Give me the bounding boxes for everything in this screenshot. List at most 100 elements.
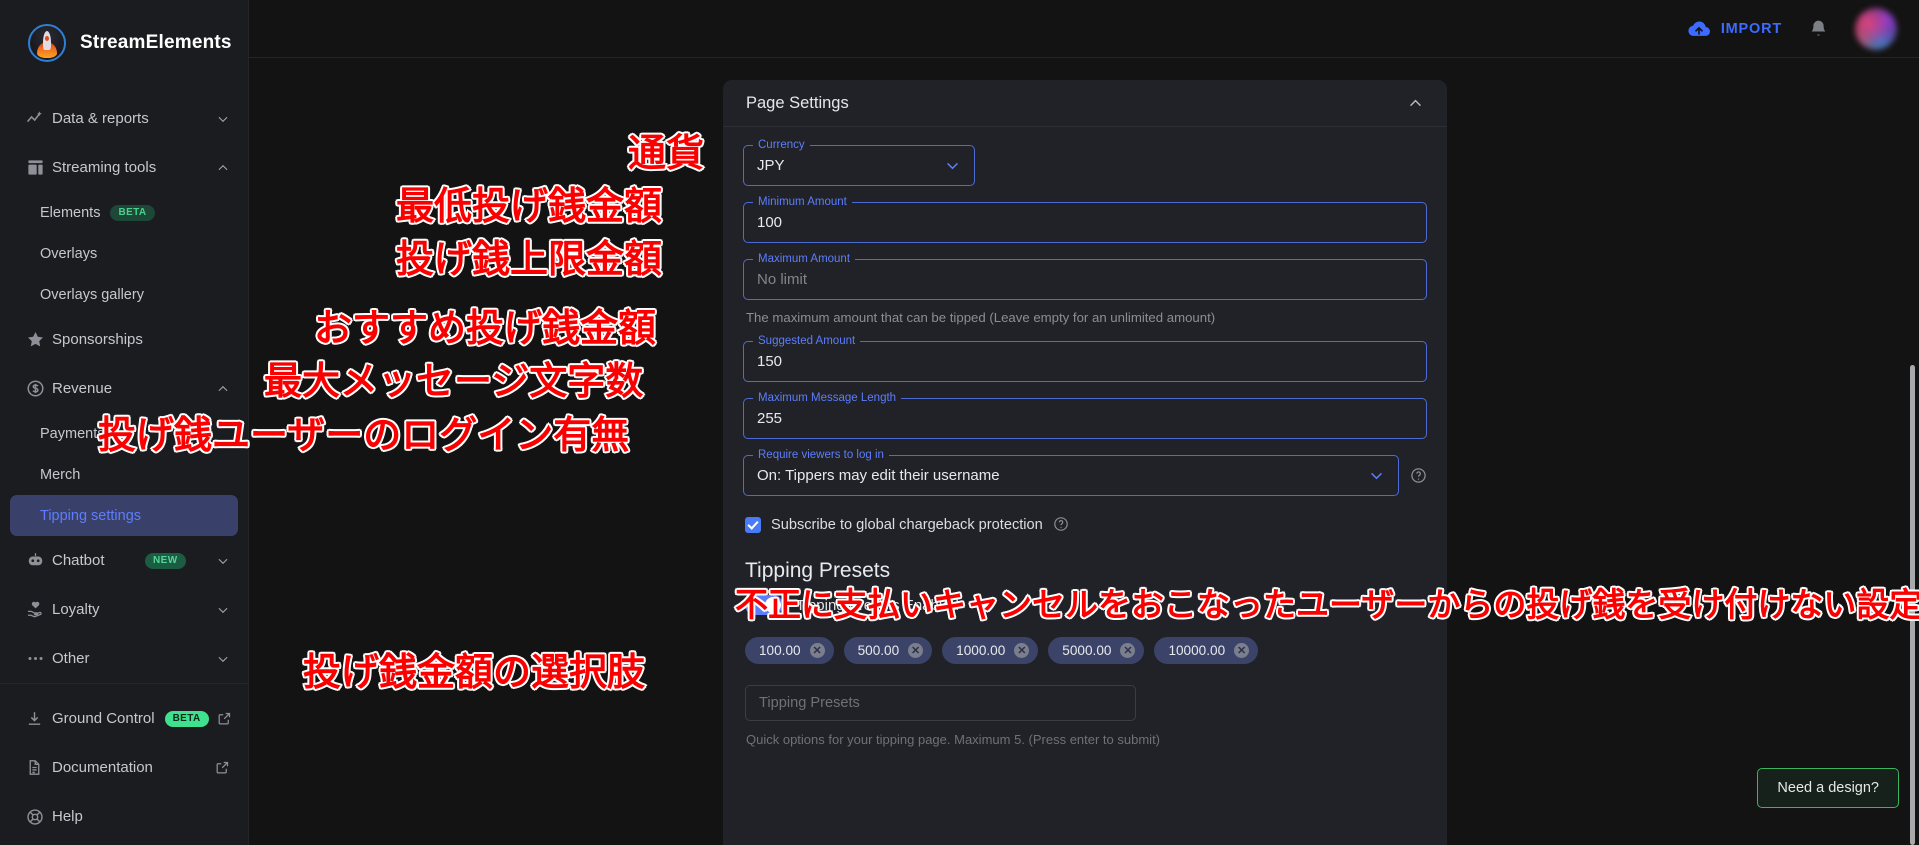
- lifebuoy-icon: [26, 808, 52, 826]
- close-icon[interactable]: ✕: [1234, 643, 1250, 658]
- sidebar-nav: Data & reports Streaming tools Elements …: [0, 88, 248, 683]
- chart-line-icon: [26, 109, 52, 128]
- preset-chip-label: 100.00: [759, 643, 801, 658]
- sidebar-item-label: Sponsorships: [52, 331, 143, 348]
- annotation-maximum-message-length: 最大メッセージ文字数: [263, 360, 645, 405]
- page-settings-card: Page Settings Currency JPY Minimum Amoun…: [723, 80, 1447, 845]
- chargeback-label: Subscribe to global chargeback protectio…: [771, 516, 1043, 533]
- sidebar-item-other[interactable]: Other: [0, 634, 248, 683]
- sidebar-item-tipping-settings[interactable]: Tipping settings: [10, 495, 238, 536]
- close-icon[interactable]: ✕: [908, 643, 924, 658]
- sidebar-item-payments[interactable]: Payments: [0, 413, 248, 454]
- close-icon[interactable]: ✕: [1120, 643, 1136, 658]
- external-link-icon: [215, 760, 230, 775]
- preset-chip-label: 1000.00: [956, 643, 1006, 658]
- close-icon[interactable]: ✕: [809, 643, 825, 658]
- require-login-label: Require viewers to log in: [753, 447, 889, 463]
- robot-icon: [26, 551, 52, 570]
- import-button[interactable]: IMPORT: [1687, 20, 1782, 38]
- app-root: StreamElements Data & reports Streaming …: [0, 0, 1919, 845]
- sidebar-item-loyalty[interactable]: Loyalty: [0, 585, 248, 634]
- rocket-logo-icon: [28, 24, 66, 62]
- page-settings-body: Currency JPY Minimum Amount 100 Maximum …: [723, 127, 1447, 747]
- chevron-down-icon: [216, 112, 230, 126]
- annotation-maximum-amount: 投げ銭上限金額: [395, 238, 664, 283]
- streaming-tools-icon: [26, 158, 52, 177]
- currency-select[interactable]: Currency JPY: [743, 137, 975, 186]
- minimum-amount-value: 100: [757, 214, 783, 231]
- sidebar-item-help[interactable]: Help: [0, 792, 248, 841]
- vertical-scrollbar[interactable]: [1910, 365, 1915, 845]
- tipping-presets-input[interactable]: Tipping Presets: [745, 685, 1136, 721]
- chevron-down-icon: [216, 554, 230, 568]
- sidebar-item-merch[interactable]: Merch: [0, 454, 248, 495]
- sidebar-item-label: Revenue: [52, 380, 113, 397]
- help-circle-icon[interactable]: [1410, 467, 1427, 484]
- chevron-up-icon: [216, 382, 230, 396]
- brand[interactable]: StreamElements: [0, 0, 248, 88]
- preset-chip-label: 5000.00: [1062, 643, 1112, 658]
- tipping-presets-note: Quick options for your tipping page. Max…: [746, 732, 1161, 747]
- sidebar-item-revenue[interactable]: Revenue: [0, 364, 248, 413]
- preset-chip[interactable]: 100.00 ✕: [745, 637, 834, 664]
- download-icon: [26, 710, 52, 727]
- sidebar-item-label: Help: [52, 808, 83, 825]
- sidebar-item-elements[interactable]: Elements BETA: [0, 192, 248, 233]
- tipping-presets-toggle-label: Tipping Presets Enabled: [796, 596, 959, 614]
- preset-chip[interactable]: 10000.00 ✕: [1154, 637, 1259, 664]
- sidebar-item-label: Elements: [40, 204, 101, 221]
- currency-value: JPY: [757, 157, 785, 174]
- maximum-message-length-label: Maximum Message Length: [753, 390, 902, 406]
- avatar[interactable]: [1855, 7, 1897, 50]
- sidebar-item-overlays[interactable]: Overlays: [0, 233, 248, 274]
- sidebar-item-label: Merch: [40, 466, 81, 483]
- sidebar-item-streaming-tools[interactable]: Streaming tools: [0, 143, 248, 192]
- tipping-presets-toggle-row: Tipping Presets Enabled: [745, 595, 1427, 615]
- maximum-amount-field[interactable]: Maximum Amount No limit: [743, 251, 1427, 300]
- sidebar-item-documentation[interactable]: Documentation: [0, 743, 248, 792]
- chevron-down-icon: [944, 157, 961, 174]
- preset-chip[interactable]: 500.00 ✕: [843, 637, 933, 664]
- maximum-amount-helper: The maximum amount that can be tipped (L…: [746, 310, 1216, 325]
- annotation-currency: 通貨: [627, 132, 706, 177]
- preset-chip[interactable]: 5000.00 ✕: [1048, 637, 1145, 664]
- suggested-amount-field[interactable]: Suggested Amount 150: [743, 333, 1427, 382]
- chargeback-row: Subscribe to global chargeback protectio…: [745, 516, 1427, 533]
- require-login-value: On: Tippers may edit their username: [757, 467, 1000, 484]
- maximum-message-length-value: 255: [757, 410, 783, 427]
- maximum-amount-label: Maximum Amount: [753, 251, 856, 267]
- bell-icon[interactable]: [1808, 18, 1829, 40]
- sidebar-item-chatbot[interactable]: Chatbot NEW: [0, 536, 248, 585]
- close-icon[interactable]: ✕: [1014, 643, 1030, 658]
- help-circle-icon[interactable]: [1053, 516, 1070, 533]
- sidebar-bottom: Ground Control BETA Documentation Help: [0, 683, 248, 845]
- require-login-select[interactable]: Require viewers to log in On: Tippers ma…: [743, 447, 1399, 496]
- page-title: Page Settings: [746, 93, 849, 112]
- sidebar-item-label: Loyalty: [52, 601, 100, 618]
- sidebar-item-sponsorships[interactable]: Sponsorships: [0, 315, 248, 364]
- minimum-amount-label: Minimum Amount: [753, 194, 852, 210]
- import-label: IMPORT: [1720, 20, 1782, 37]
- sidebar-item-label: Streaming tools: [52, 159, 157, 176]
- annotation-tipping-presets: 投げ銭金額の選択肢: [302, 651, 647, 696]
- annotation-suggested-amount: おすすめ投げ銭金額: [313, 307, 658, 352]
- need-a-design-button[interactable]: Need a design?: [1757, 768, 1899, 808]
- sidebar-item-data-reports[interactable]: Data & reports: [0, 94, 248, 143]
- minimum-amount-field[interactable]: Minimum Amount 100: [743, 194, 1427, 243]
- maximum-message-length-field[interactable]: Maximum Message Length 255: [743, 390, 1427, 439]
- page-settings-header[interactable]: Page Settings: [723, 80, 1447, 127]
- suggested-amount-label: Suggested Amount: [753, 333, 861, 349]
- sidebar-item-ground-control[interactable]: Ground Control BETA: [0, 694, 248, 743]
- tipping-presets-toggle[interactable]: [745, 595, 783, 615]
- chargeback-checkbox[interactable]: [745, 516, 761, 533]
- chevron-up-icon: [216, 161, 230, 175]
- badge-new: NEW: [145, 552, 186, 569]
- cloud-upload-icon: [1687, 20, 1711, 38]
- sidebar-item-overlays-gallery[interactable]: Overlays gallery: [0, 274, 248, 315]
- sidebar-item-label: Ground Control: [52, 710, 155, 727]
- tipping-presets-input-placeholder: Tipping Presets: [759, 695, 860, 711]
- preset-chip[interactable]: 1000.00 ✕: [942, 637, 1039, 664]
- require-login-row: Require viewers to log in On: Tippers ma…: [743, 447, 1427, 496]
- chevron-up-icon[interactable]: [1407, 95, 1424, 112]
- annotation-minimum-amount: 最低投げ銭金額: [395, 185, 664, 230]
